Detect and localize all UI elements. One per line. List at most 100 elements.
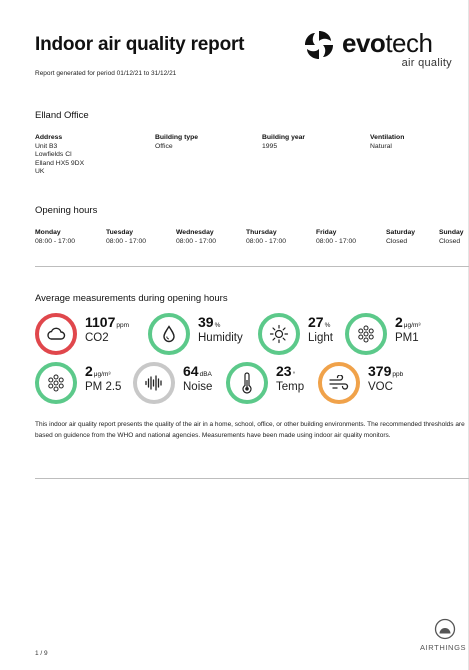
metric-unit: ppb — [392, 371, 404, 378]
evotech-wordmark: evotech — [342, 28, 433, 58]
address-block: Address Unit B3 Lowfields Cl Elland HX5 … — [35, 134, 84, 177]
thermometer-icon — [242, 372, 252, 394]
day-hours: 08:00 - 17:00 — [35, 238, 76, 245]
page-number: 1 / 9 — [35, 650, 48, 657]
metric-label: PM 2.5 — [85, 381, 122, 393]
day-hours: 08:00 - 17:00 — [316, 238, 357, 245]
day-name: Wednesday — [176, 229, 214, 236]
ventilation-label: Ventilation — [370, 134, 405, 141]
status-ring — [258, 313, 300, 355]
opening-day: Tuesday 08:00 - 17:00 — [106, 228, 146, 246]
metric-value: 2 — [395, 314, 403, 330]
metric-value: 39 — [198, 314, 214, 330]
metric-unit: ppm — [116, 322, 130, 329]
metric-value: 64 — [183, 363, 199, 379]
metric-pm25: 2μg/m³ PM 2.5 — [35, 362, 135, 404]
ventilation-block: Ventilation Natural — [370, 134, 404, 151]
building-type-block: Building type Office — [155, 134, 198, 151]
status-ring — [35, 362, 77, 404]
status-ring — [318, 362, 360, 404]
wind-icon — [329, 375, 349, 390]
metric-label: Humidity — [198, 332, 243, 344]
report-period: Report generated for period 01/12/21 to … — [35, 70, 177, 77]
metric-value: 23 — [276, 363, 292, 379]
metric-label: Noise — [183, 381, 213, 393]
measurements-title: Average measurements during opening hour… — [35, 293, 228, 304]
metric-label: CO2 — [85, 332, 109, 344]
building-year-block: Building year 1995 — [262, 134, 305, 151]
status-ring — [133, 362, 175, 404]
opening-day: Thursday 08:00 - 17:00 — [246, 228, 286, 246]
day-hours: 08:00 - 17:00 — [106, 238, 147, 245]
metric-value: 379 — [368, 363, 392, 379]
opening-day: Monday 08:00 - 17:00 — [35, 228, 75, 246]
logo-subtitle: air quality — [401, 57, 452, 69]
droplet-icon — [163, 325, 175, 343]
address-line: Lowfields Cl — [35, 151, 72, 159]
metric-value: 2 — [85, 363, 93, 379]
opening-day: Friday 08:00 - 17:00 — [316, 228, 356, 246]
status-ring — [35, 313, 77, 355]
day-hours: Closed — [386, 238, 408, 245]
day-name: Monday — [35, 229, 61, 236]
sun-icon — [269, 324, 289, 344]
opening-day: Saturday Closed — [386, 228, 415, 246]
metric-pm1: 2μg/m³ PM1 — [345, 313, 460, 355]
opening-hours-title: Opening hours — [35, 205, 98, 216]
building-year-label: Building year — [262, 134, 306, 141]
metric-unit: ° — [292, 371, 296, 378]
office-name: Elland Office — [35, 110, 89, 121]
opening-day: Wednesday 08:00 - 17:00 — [176, 228, 216, 246]
section-divider — [35, 478, 469, 479]
airthings-logo: AIRTHINGS — [420, 618, 469, 662]
metric-label: PM1 — [395, 332, 419, 344]
cloud-icon — [47, 327, 66, 340]
soundwave-icon — [145, 375, 162, 391]
section-divider — [35, 266, 469, 267]
day-name: Tuesday — [106, 229, 134, 236]
day-hours: 08:00 - 17:00 — [246, 238, 287, 245]
metric-unit: dBA — [199, 371, 212, 378]
metric-value: 1107 — [85, 314, 116, 330]
metric-unit: % — [324, 322, 331, 329]
building-type-value: Office — [155, 142, 173, 150]
address-line: Elland HX5 9DX — [35, 159, 85, 167]
day-name: Saturday — [386, 229, 416, 236]
particles-icon — [48, 374, 64, 392]
status-ring — [148, 313, 190, 355]
day-name: Sunday — [439, 229, 464, 236]
building-type-label: Building type — [155, 134, 199, 141]
day-name: Thursday — [246, 229, 277, 236]
opening-day: Sunday Closed — [439, 228, 464, 246]
address-line: UK — [35, 168, 45, 176]
metric-co2: 1107ppm CO2 — [35, 313, 145, 355]
day-hours: 08:00 - 17:00 — [176, 238, 217, 245]
status-ring — [345, 313, 387, 355]
evotech-logo: evotech air quality — [302, 26, 452, 74]
metric-voc: 379ppb VOC — [318, 362, 428, 404]
day-hours: Closed — [439, 238, 461, 245]
report-title: Indoor air quality report — [35, 34, 245, 55]
metric-light: 27% Light — [258, 313, 343, 355]
metric-label: VOC — [368, 381, 393, 393]
report-page: Indoor air quality report Report generat… — [0, 0, 469, 670]
airthings-dome-icon — [434, 618, 456, 640]
day-name: Friday — [316, 229, 337, 236]
status-ring — [226, 362, 268, 404]
metric-temp: 23° Temp — [226, 362, 316, 404]
building-year-value: 1995 — [262, 142, 278, 150]
metric-unit: μg/m³ — [403, 322, 421, 329]
address-label: Address — [35, 134, 63, 141]
airthings-wordmark: AIRTHINGS — [420, 643, 467, 652]
evotech-swirl-icon — [305, 31, 333, 59]
address-line: Unit B3 — [35, 142, 58, 150]
metric-value: 27 — [308, 314, 324, 330]
metric-label: Light — [308, 332, 333, 344]
metric-label: Temp — [276, 381, 305, 393]
metric-unit: μg/m³ — [93, 371, 111, 378]
ventilation-value: Natural — [370, 142, 392, 150]
metric-unit: % — [214, 322, 221, 329]
metric-noise: 64dBA Noise — [133, 362, 228, 404]
metric-humidity: 39% Humidity — [148, 313, 253, 355]
particles-icon — [358, 325, 374, 343]
